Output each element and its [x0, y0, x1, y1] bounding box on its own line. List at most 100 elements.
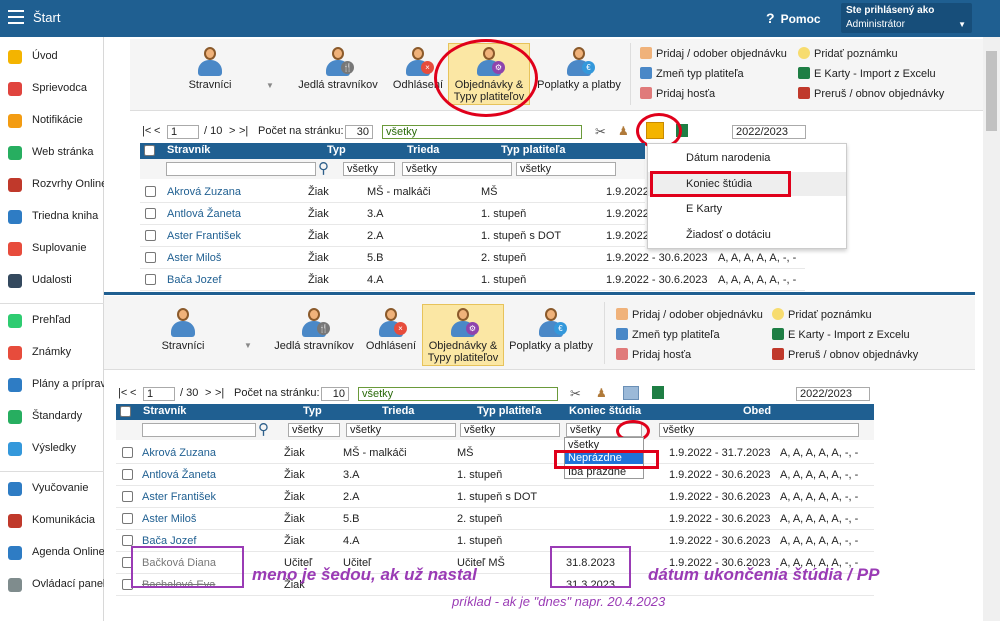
col-typ-platitela[interactable]: Typ platiteľa	[501, 144, 566, 156]
next-page-button[interactable]: >	[205, 387, 211, 399]
zmen-typ-button[interactable]: Zmeň typ platiteľa	[640, 67, 744, 80]
sidebar-item-5[interactable]: Rozvrhy Online	[0, 173, 104, 197]
sidebar-item-14[interactable]: Vyučovanie	[0, 477, 104, 501]
prerus-button[interactable]: Preruš / obnov objednávky	[772, 348, 918, 361]
chevron-down-icon[interactable]: ▼	[244, 341, 252, 350]
odhlaseni-button[interactable]: × Odhlásení	[361, 308, 421, 352]
next-page-button[interactable]: >	[229, 125, 235, 137]
hamburger-menu-icon[interactable]	[8, 10, 24, 24]
sidebar-item-7[interactable]: Suplovanie	[0, 237, 104, 261]
col-trieda[interactable]: Trieda	[382, 405, 414, 417]
col-typ[interactable]: Typ	[303, 405, 322, 417]
prev-page-button[interactable]: <	[154, 125, 160, 137]
typ-filter[interactable]: všetky	[343, 162, 395, 176]
sidebar-item-15[interactable]: Komunikácia	[0, 509, 104, 533]
obed-filter[interactable]: všetky	[659, 423, 859, 437]
col-stravnik[interactable]: Stravník	[167, 144, 210, 156]
row-checkbox[interactable]	[122, 469, 133, 480]
columns-icon[interactable]	[623, 386, 639, 400]
stravnik-name-link[interactable]: Antlová Žaneta	[167, 208, 241, 220]
name-filter-input[interactable]	[166, 162, 316, 176]
page-scrollbar[interactable]	[983, 37, 1000, 621]
stravnik-name-link[interactable]: Aster František	[167, 230, 241, 242]
stravnik-name-link[interactable]: Akrová Zuzana	[167, 186, 241, 198]
sidebar-item-1[interactable]: Úvod	[0, 45, 104, 69]
typ-filter[interactable]: všetky	[288, 423, 340, 437]
trieda-filter[interactable]: všetky	[346, 423, 456, 437]
last-page-button[interactable]: >|	[215, 387, 224, 399]
sidebar-item-12[interactable]: Štandardy	[0, 405, 104, 429]
pridaj-host-button[interactable]: Pridaj hosťa	[640, 87, 715, 100]
dropdown-ziadost[interactable]: Žiadosť o dotáciu	[686, 229, 771, 241]
row-checkbox[interactable]	[145, 208, 156, 219]
zmen-typ-button[interactable]: Zmeň typ platiteľa	[616, 328, 720, 341]
row-checkbox[interactable]	[145, 252, 156, 263]
jedla-button[interactable]: 🍴 Jedlá stravníkov	[296, 47, 380, 91]
scrollbar-thumb[interactable]	[986, 51, 997, 131]
row-checkbox[interactable]	[122, 513, 133, 524]
col-stravnik[interactable]: Stravník	[143, 405, 186, 417]
stravnici-button[interactable]: Stravníci	[170, 47, 250, 91]
sidebar-item-10[interactable]: Známky	[0, 341, 104, 365]
pridaj-host-button[interactable]: Pridaj hosťa	[616, 348, 691, 361]
row-checkbox[interactable]	[122, 447, 133, 458]
platitel-filter[interactable]: všetky	[460, 423, 560, 437]
sidebar-item-6[interactable]: Triedna kniha	[0, 205, 104, 229]
prev-page-button[interactable]: <	[130, 387, 136, 399]
stravnik-name-link[interactable]: Aster Miloš	[142, 513, 196, 525]
col-obed[interactable]: Obed	[743, 405, 771, 417]
row-checkbox[interactable]	[145, 186, 156, 197]
group-filter-select[interactable]: všetky	[382, 125, 582, 139]
objednavky-button[interactable]: ⚙ Objednávky & Typy platiteľov	[422, 304, 504, 366]
ekarty-button[interactable]: E Karty - Import z Excelu	[798, 67, 936, 80]
sidebar-item-8[interactable]: Udalosti	[0, 269, 104, 293]
sidebar-item-9[interactable]: Prehľad	[0, 309, 104, 333]
stravnik-name-link[interactable]: Aster František	[142, 491, 216, 503]
sidebar-item-16[interactable]: Agenda Online	[0, 541, 104, 565]
person-settings-icon[interactable]: ♟	[596, 386, 607, 400]
pridat-poznamku-button[interactable]: Pridať poznámku	[798, 47, 898, 60]
pridat-poznamku-button[interactable]: Pridať poznámku	[772, 308, 872, 321]
poplatky-button[interactable]: € Poplatky a platby	[535, 47, 623, 91]
stravnik-name-link[interactable]: Aster Miloš	[167, 252, 221, 264]
row-checkbox[interactable]	[145, 274, 156, 285]
col-trieda[interactable]: Trieda	[407, 144, 439, 156]
last-page-button[interactable]: >|	[239, 125, 248, 137]
group-filter-select[interactable]: všetky	[358, 387, 558, 401]
first-page-button[interactable]: |<	[142, 125, 151, 137]
sidebar-item-3[interactable]: Notifikácie	[0, 109, 104, 133]
poplatky-button[interactable]: € Poplatky a platby	[506, 308, 596, 352]
tools-icon[interactable]: ✂	[570, 386, 581, 402]
sidebar-item-17[interactable]: Ovládací panel	[0, 573, 104, 597]
page-select[interactable]: 1	[167, 125, 199, 139]
stravnik-name-link[interactable]: Akrová Zuzana	[142, 447, 216, 459]
sidebar-item-4[interactable]: Web stránka	[0, 141, 104, 165]
stravnik-name-link[interactable]: Antlová Žaneta	[142, 469, 216, 481]
col-typ-platitela[interactable]: Typ platiteľa	[477, 405, 542, 417]
col-typ[interactable]: Typ	[327, 144, 346, 156]
first-page-button[interactable]: |<	[118, 387, 127, 399]
per-page-input[interactable]: 30	[345, 125, 373, 139]
sidebar-item-2[interactable]: Sprievodca	[0, 77, 104, 101]
person-settings-icon[interactable]: ♟	[618, 124, 629, 138]
per-page-input[interactable]: 10	[321, 387, 349, 401]
stravnici-button[interactable]: Stravníci	[143, 308, 223, 352]
ekarty-button[interactable]: E Karty - Import z Excelu	[772, 328, 910, 341]
excel-export-icon[interactable]	[652, 386, 664, 399]
trieda-filter[interactable]: všetky	[402, 162, 512, 176]
sidebar-item-11[interactable]: Plány a prípravy	[0, 373, 104, 397]
year-select[interactable]: 2022/2023	[732, 125, 806, 139]
row-checkbox[interactable]	[122, 535, 133, 546]
dropdown-datum-narodenia[interactable]: Dátum narodenia	[686, 152, 770, 164]
sidebar-item-13[interactable]: Výsledky	[0, 437, 104, 461]
pridaj-odober-button[interactable]: Pridaj / odober objednávku	[616, 308, 763, 321]
stravnik-name-link[interactable]: Bača Jozef	[167, 274, 221, 286]
dropdown-ekarty[interactable]: E Karty	[686, 203, 722, 215]
prerus-button[interactable]: Preruš / obnov objednávky	[798, 87, 944, 100]
tools-icon[interactable]: ✂	[595, 124, 606, 140]
year-select[interactable]: 2022/2023	[796, 387, 870, 401]
select-all-checkbox[interactable]	[120, 406, 131, 417]
search-icon[interactable]: ⚲	[258, 420, 269, 438]
name-filter-input[interactable]	[142, 423, 256, 437]
help-button[interactable]: ? Pomoc	[766, 10, 821, 26]
